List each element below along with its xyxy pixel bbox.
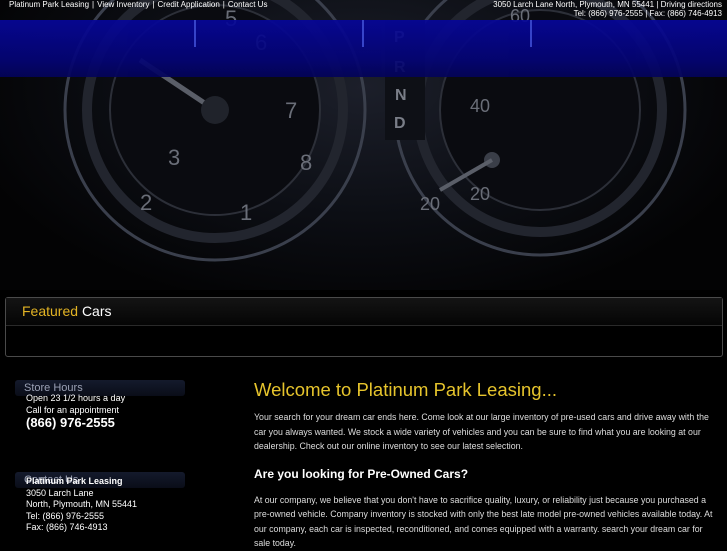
top-fax: Fax: (866) 746-4913 xyxy=(649,9,723,18)
nav-credit-link[interactable]: Credit Application xyxy=(158,0,220,9)
body-paragraph: At our company, we believe that you don'… xyxy=(254,494,713,549)
gear-letter-2: N xyxy=(395,87,407,104)
section-subheading: Are you looking for Pre-Owned Cars? xyxy=(254,466,469,481)
contact-street: 3050 Larch Lane xyxy=(26,487,94,498)
speed-number-2: 7 xyxy=(285,98,297,123)
nav-home-link[interactable]: Platinum Park Leasing xyxy=(9,0,89,9)
tach-number-1: 40 xyxy=(470,96,490,116)
gear-letter-3: D xyxy=(394,115,406,132)
featured-cars-panel: Featured Cars xyxy=(5,297,723,357)
speed-number-4: 3 xyxy=(168,145,180,170)
contact-name: Platinum Park Leasing xyxy=(26,476,123,486)
featured-title-highlight: Featured xyxy=(22,303,79,319)
contact-fax: Fax: (866) 746-4913 xyxy=(26,522,108,532)
speed-number-3: 8 xyxy=(300,150,312,175)
store-hours-line1: Open 23 1/2 hours a day xyxy=(26,393,126,403)
top-bar: Platinum Park Leasing | View Inventory | Cre… xyxy=(0,0,727,20)
store-phone: (866) 976-2555 xyxy=(26,415,115,430)
hero-banner: PRND 5678321 60402020 xyxy=(0,0,727,290)
tach-number-3: 20 xyxy=(420,194,440,214)
blue-accent-band xyxy=(0,20,727,77)
speed-number-6: 1 xyxy=(240,200,252,225)
contact-city: North, Plymouth, MN 55441 xyxy=(26,499,138,509)
intro-paragraph: Your search for your dream car ends here… xyxy=(254,412,709,451)
driving-directions-link[interactable]: Driving directions xyxy=(661,0,722,9)
top-contact: 3050 Larch Lane North, Plymouth, MN 5544… xyxy=(493,0,722,18)
nav-contact-link[interactable]: Contact Us xyxy=(228,0,268,9)
featured-title-rest: Cars xyxy=(81,303,112,319)
top-tel: Tel: (866) 976-2555 xyxy=(573,9,643,18)
nav-inventory-link[interactable]: View Inventory xyxy=(97,0,149,9)
main-content: Welcome to Platinum Park Leasing... Your… xyxy=(254,378,719,551)
top-address: 3050 Larch Lane North, Plymouth, MN 5544… xyxy=(493,0,655,9)
page-title: Welcome to Platinum Park Leasing... xyxy=(254,379,557,400)
tach-number-2: 20 xyxy=(470,184,490,204)
contact-box: Contact Us Platinum Park Leasing 3050 La… xyxy=(15,472,185,534)
speed-number-5: 2 xyxy=(140,190,152,215)
store-hours-box: Store Hours Open 23 1/2 hours a day Call… xyxy=(15,380,185,430)
contact-tel: Tel: (866) 976-2555 xyxy=(26,510,105,521)
featured-cars-header: Featured Cars xyxy=(6,298,722,326)
top-nav: Platinum Park Leasing | View Inventory | Cre… xyxy=(9,0,268,9)
